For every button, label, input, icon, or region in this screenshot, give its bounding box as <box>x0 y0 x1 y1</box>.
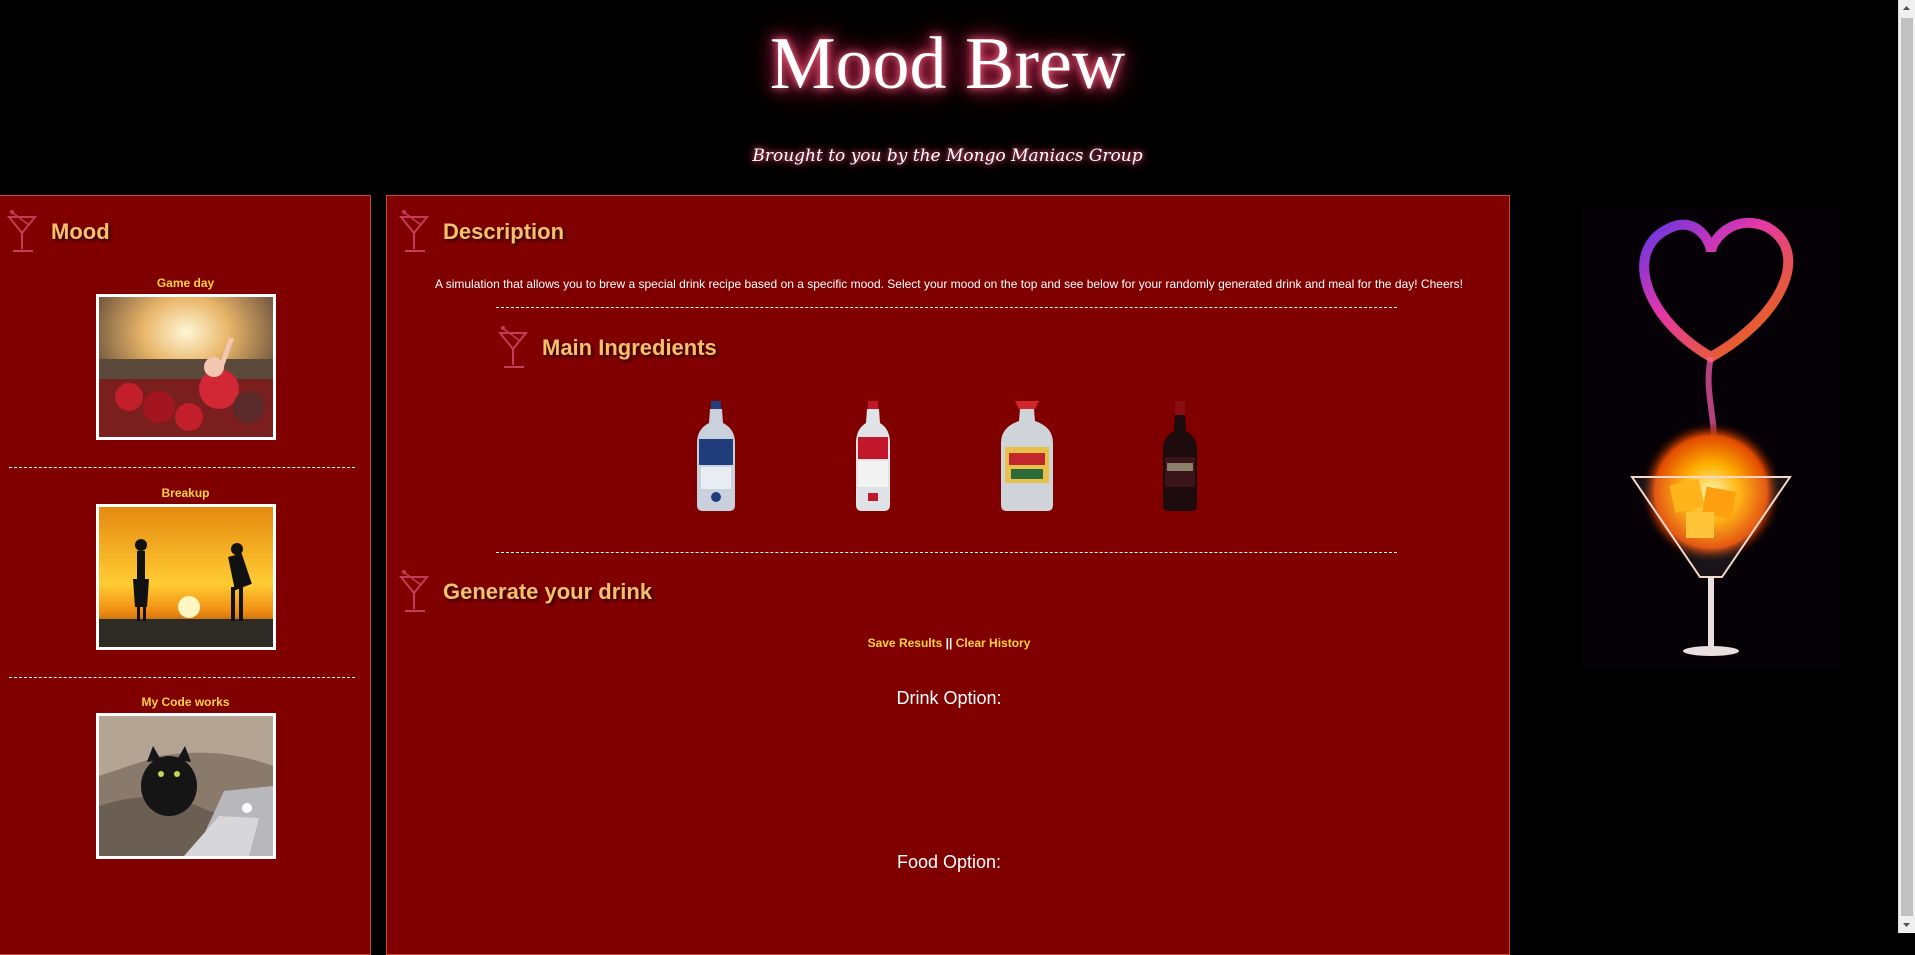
mood-option-my-code-works[interactable]: My Code works <box>0 694 372 859</box>
cat-with-laptop-photo[interactable] <box>95 713 276 859</box>
ingredients-heading: Main Ingredients <box>542 335 717 360</box>
stadium-fans-photo[interactable] <box>95 294 276 440</box>
martini-glass-icon <box>498 326 529 368</box>
mood-label[interactable]: Breakup <box>0 485 372 501</box>
divider <box>9 467 355 468</box>
save-results-link[interactable]: Save Results <box>868 636 943 650</box>
scroll-down-arrow-icon[interactable] <box>1898 916 1915 933</box>
sunset-couple-silhouette-photo[interactable] <box>95 504 276 650</box>
flaming-heart-cocktail-art <box>1582 207 1840 669</box>
martini-glass-icon <box>399 210 430 252</box>
food-option-label: Food Option: <box>896 852 1002 872</box>
rum-bottle <box>1163 401 1197 511</box>
clear-history-link[interactable]: Clear History <box>956 636 1031 650</box>
page-subtitle: Brought to you by the Mongo Maniacs Grou… <box>752 146 1143 166</box>
vodka-bottle-blue-label <box>697 401 735 511</box>
mood-option-breakup[interactable]: Breakup <box>0 485 372 650</box>
generate-heading: Generate your drink <box>443 579 653 604</box>
mood-heading: Mood <box>51 219 110 244</box>
divider <box>496 307 1397 308</box>
mood-label[interactable]: My Code works <box>0 694 372 710</box>
mood-label[interactable]: Game day <box>0 275 372 291</box>
drink-option-label: Drink Option: <box>896 688 1002 708</box>
page-title: Mood Brew <box>769 23 1126 105</box>
link-separator: || <box>945 636 953 650</box>
description-text: A simulation that allows you to brew a s… <box>435 277 1463 291</box>
vertical-scrollbar[interactable] <box>1898 0 1915 933</box>
tequila-bottle <box>1001 401 1053 511</box>
divider <box>9 677 355 678</box>
vodka-bottle-red-label <box>856 401 890 511</box>
divider <box>496 552 1397 553</box>
scrollbar-thumb[interactable] <box>1901 18 1913 916</box>
martini-glass-icon <box>7 210 38 252</box>
mood-option-game-day[interactable]: Game day <box>0 275 372 440</box>
scroll-up-arrow-icon[interactable] <box>1898 0 1915 17</box>
mood-panel: Mood Game day Breakup My Code works <box>0 195 371 955</box>
main-panel: Description A simulation that allows you… <box>386 195 1510 955</box>
description-heading: Description <box>443 219 565 244</box>
results-links: Save Results || Clear History <box>387 636 1511 650</box>
martini-glass-icon <box>399 570 430 612</box>
